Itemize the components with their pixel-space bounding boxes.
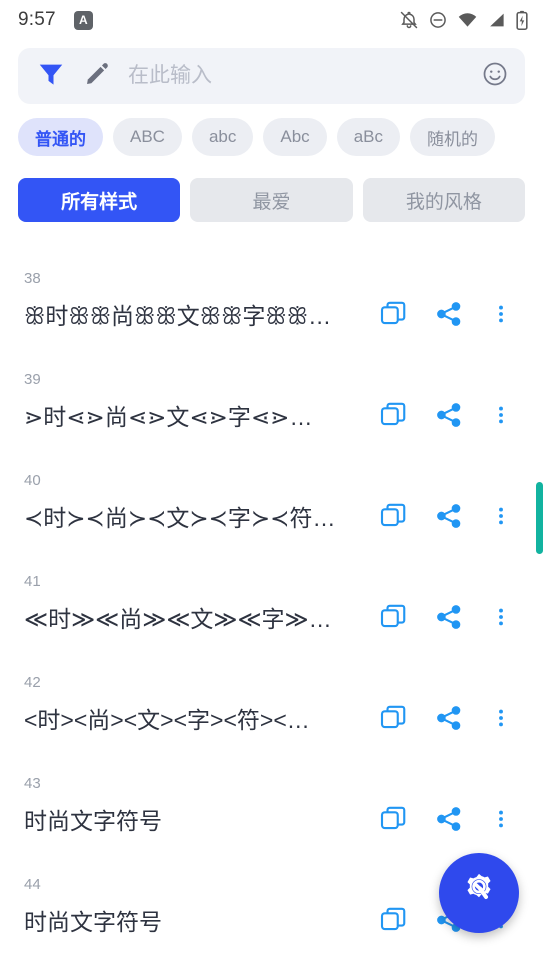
copy-icon[interactable]: [365, 804, 421, 834]
list-item-text: ⋗时⋖⋗尚⋖⋗文⋖⋗字⋖⋗…: [24, 403, 313, 430]
list-item-index: 38: [24, 269, 41, 287]
list-item-actions: [365, 400, 525, 430]
list-item-index: 41: [24, 572, 41, 590]
share-icon[interactable]: [421, 704, 477, 732]
copy-icon[interactable]: [365, 299, 421, 329]
scrollbar-thumb[interactable]: [536, 482, 543, 554]
list-item-index: 42: [24, 673, 41, 691]
list-item-body: 时尚文字符号: [18, 802, 525, 836]
list-item-text: 时尚文字符号: [24, 908, 162, 935]
list-item-body: ⋗时⋖⋗尚⋖⋗文⋖⋗字⋖⋗…: [18, 398, 525, 432]
status-app-badge: A: [73, 10, 93, 30]
search-input[interactable]: [128, 64, 471, 88]
list-item-body: <时><尚><文><字><符><…: [18, 701, 525, 735]
status-bar: 9:57 A: [0, 0, 543, 40]
style-tabs: 所有样式 最爱 我的风格: [0, 156, 543, 222]
gear-wrench-icon: [458, 870, 500, 917]
battery-charging-icon: [515, 10, 529, 31]
more-vertical-icon[interactable]: [477, 502, 525, 530]
filter-funnel-icon[interactable]: [36, 59, 66, 94]
share-icon[interactable]: [421, 300, 477, 328]
list-item-text: ≪时≫≪尚≫≪文≫≪字≫…: [24, 605, 332, 632]
more-vertical-icon[interactable]: [477, 805, 525, 833]
tab-favorites[interactable]: 最爱: [190, 178, 353, 222]
tab-all-styles[interactable]: 所有样式: [18, 178, 181, 222]
list-item-actions: [365, 804, 525, 834]
pencil-icon[interactable]: [84, 61, 110, 92]
copy-icon[interactable]: [365, 501, 421, 531]
list-item-actions: [365, 501, 525, 531]
list-item-body: ≪时≫≪尚≫≪文≫≪字≫…: [18, 600, 525, 634]
chip-normal[interactable]: 普通的: [18, 118, 103, 156]
tab-my-styles[interactable]: 我的风格: [362, 178, 525, 222]
list-item-actions: [365, 602, 525, 632]
search-bar-container: [0, 40, 543, 104]
list-item-actions: [365, 299, 525, 329]
share-icon[interactable]: [421, 502, 477, 530]
settings-fab[interactable]: [439, 853, 519, 933]
style-list: 38 ꕥ时ꕥꕥ尚ꕥꕥ文ꕥꕥ字ꕥꕥ符ꕥꕥ…: [0, 250, 543, 957]
list-item-actions: [365, 703, 525, 733]
more-vertical-icon[interactable]: [477, 300, 525, 328]
share-icon[interactable]: [421, 603, 477, 631]
copy-icon[interactable]: [365, 602, 421, 632]
chip-upper[interactable]: ABC: [113, 118, 182, 156]
app-screen: 9:57 A 在此输入 普通的 ABC abc Abc aBc 随机的 所有样式…: [0, 0, 543, 965]
case-filter-chips: 普通的 ABC abc Abc aBc 随机的: [0, 104, 543, 156]
bell-off-icon: [399, 10, 419, 30]
wifi-icon: [457, 10, 478, 30]
list-item-body: ꕥ时ꕥꕥ尚ꕥꕥ文ꕥꕥ字ꕥꕥ符ꕥꕥ…: [18, 297, 525, 331]
more-vertical-icon[interactable]: [477, 704, 525, 732]
copy-icon[interactable]: [365, 400, 421, 430]
chip-random[interactable]: 随机的: [409, 118, 495, 156]
smiley-icon[interactable]: [481, 60, 509, 93]
list-item-body: ≺时≻≺尚≻≺文≻≺字≻≺符≻≺…: [18, 499, 525, 533]
more-vertical-icon[interactable]: [477, 401, 525, 429]
status-icons: [399, 10, 529, 31]
list-item-text: ꕥ时ꕥꕥ尚ꕥꕥ文ꕥꕥ字ꕥꕥ符ꕥꕥ…: [24, 302, 348, 329]
list-item[interactable]: 42 <时><尚><文><字><符><…: [0, 654, 543, 755]
share-icon[interactable]: [421, 401, 477, 429]
more-vertical-icon[interactable]: [477, 603, 525, 631]
do-not-disturb-icon: [428, 10, 448, 30]
list-item-index: 43: [24, 774, 41, 792]
list-item[interactable]: 38 ꕥ时ꕥꕥ尚ꕥꕥ文ꕥꕥ字ꕥꕥ符ꕥꕥ…: [0, 250, 543, 351]
list-item-text: ≺时≻≺尚≻≺文≻≺字≻≺符≻≺…: [24, 504, 348, 531]
list-item[interactable]: 40 ≺时≻≺尚≻≺文≻≺字≻≺符≻≺…: [0, 452, 543, 553]
list-item-text: 时尚文字符号: [24, 807, 162, 834]
list-item[interactable]: 41 ≪时≫≪尚≫≪文≫≪字≫…: [0, 553, 543, 654]
signal-icon: [487, 10, 506, 30]
list-item[interactable]: 43 时尚文字符号: [0, 755, 543, 856]
chip-mixed[interactable]: aBc: [336, 118, 400, 156]
list-item-index: 39: [24, 370, 41, 388]
share-icon[interactable]: [421, 805, 477, 833]
chip-title[interactable]: Abc: [263, 118, 327, 156]
copy-icon[interactable]: [365, 905, 421, 935]
list-item-index: 40: [24, 471, 41, 489]
list-item-text: <时><尚><文><字><符><…: [24, 706, 310, 733]
chip-lower[interactable]: abc: [191, 118, 254, 156]
search-bar[interactable]: [18, 48, 525, 104]
list-item[interactable]: 39 ⋗时⋖⋗尚⋖⋗文⋖⋗字⋖⋗…: [0, 351, 543, 452]
status-time: 9:57: [18, 9, 56, 30]
copy-icon[interactable]: [365, 703, 421, 733]
